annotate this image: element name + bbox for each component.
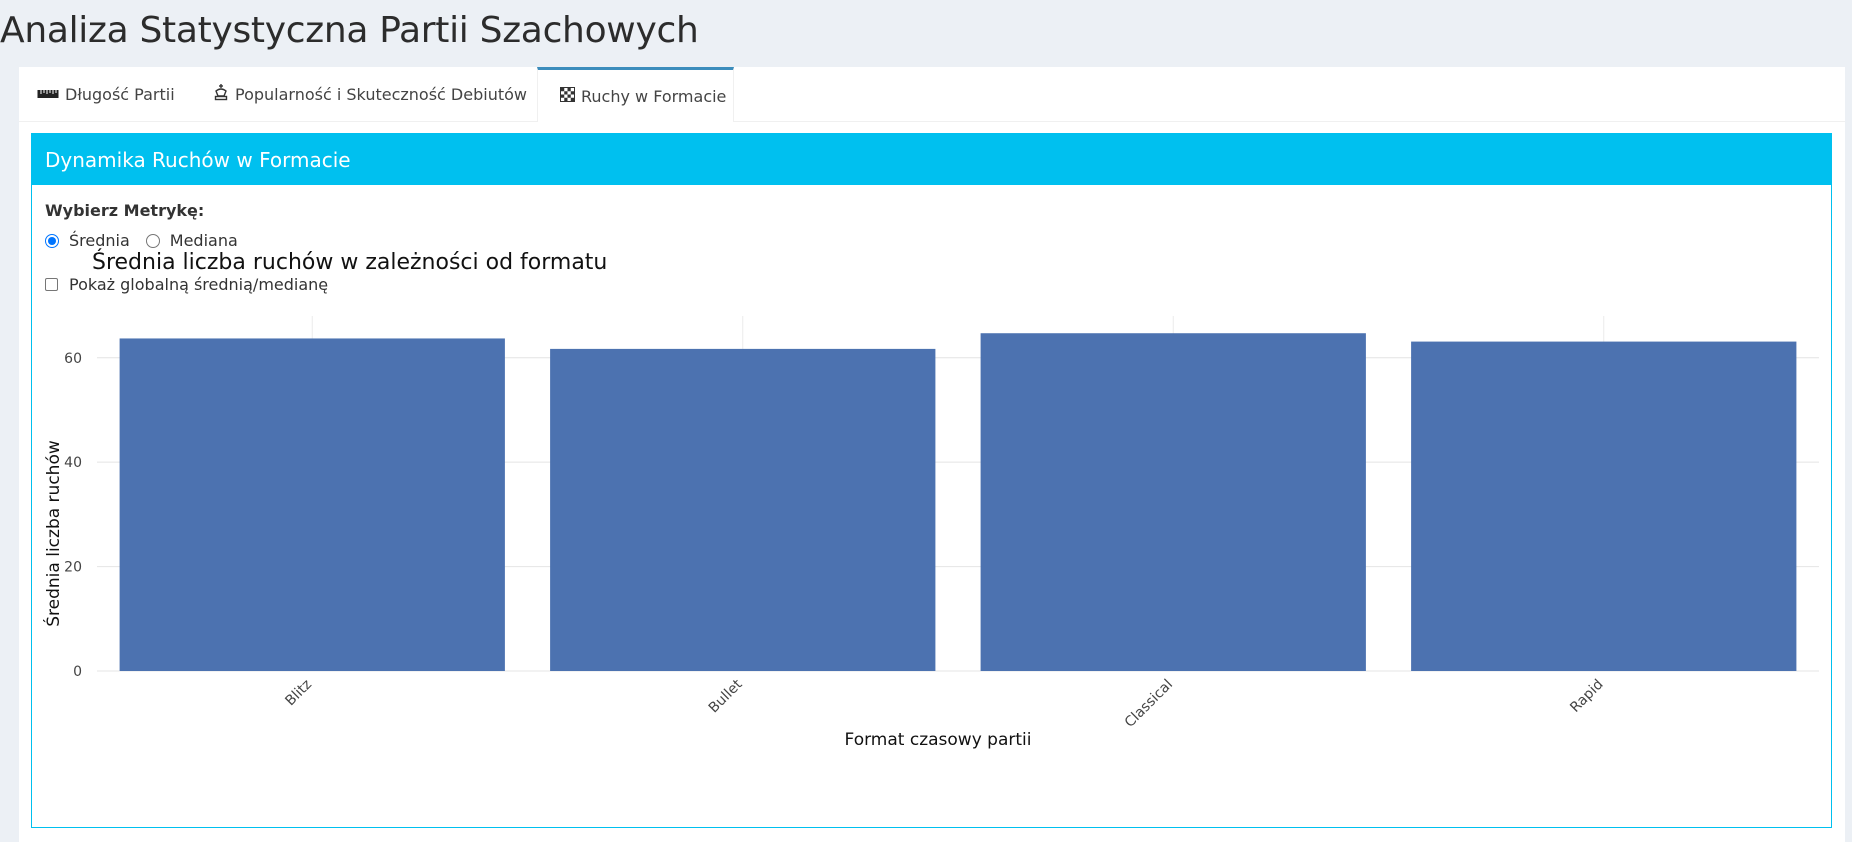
chess-king-icon	[213, 83, 229, 105]
tab-dlugosc-partii[interactable]: Długość Partii	[37, 67, 175, 121]
x-tick-label: Classical	[1122, 677, 1176, 731]
dynamika-panel: Dynamika Ruchów w Formacie Wybierz Metry…	[31, 133, 1832, 828]
bar-chart: 0 20 40 60 Blitz Bullet Classical Rapid Średnia …	[42, 249, 1819, 750]
x-tick-label: Bullet	[706, 676, 746, 716]
tab-container: Długość Partii Popularność i Skuteczność…	[19, 67, 1845, 842]
tab-ruchy-w-formacie[interactable]: Ruchy w Formacie	[537, 67, 734, 122]
bar-bullet	[550, 348, 936, 671]
page-title: Analiza Statystyczna Partii Szachowych	[0, 10, 699, 51]
tab-popularnosc-debiutow[interactable]: Popularność i Skuteczność Debiutów	[213, 67, 527, 121]
tab-label: Popularność i Skuteczność Debiutów	[235, 84, 527, 104]
tab-bar: Długość Partii Popularność i Skuteczność…	[19, 67, 1845, 122]
bar-rapid	[1411, 341, 1797, 671]
y-tick-label: 60	[64, 351, 82, 367]
y-tick-label: 20	[64, 560, 82, 576]
bar-classical	[980, 333, 1366, 671]
chart-title: Średnia liczba ruchów w zależności od fo…	[92, 249, 607, 275]
y-tick-label: 0	[73, 664, 82, 680]
bar-blitz	[119, 338, 505, 671]
x-axis-label: Format czasowy partii	[845, 730, 1032, 750]
y-tick-label: 40	[64, 455, 82, 471]
x-tick-label: Rapid	[1567, 677, 1606, 716]
tab-label: Długość Partii	[65, 84, 175, 104]
x-tick-label: Blitz	[282, 677, 315, 710]
y-axis-label: Średnia liczba ruchów	[42, 440, 64, 627]
ruler-icon	[37, 85, 59, 103]
chessboard-icon	[560, 86, 575, 106]
tab-label: Ruchy w Formacie	[581, 86, 727, 106]
